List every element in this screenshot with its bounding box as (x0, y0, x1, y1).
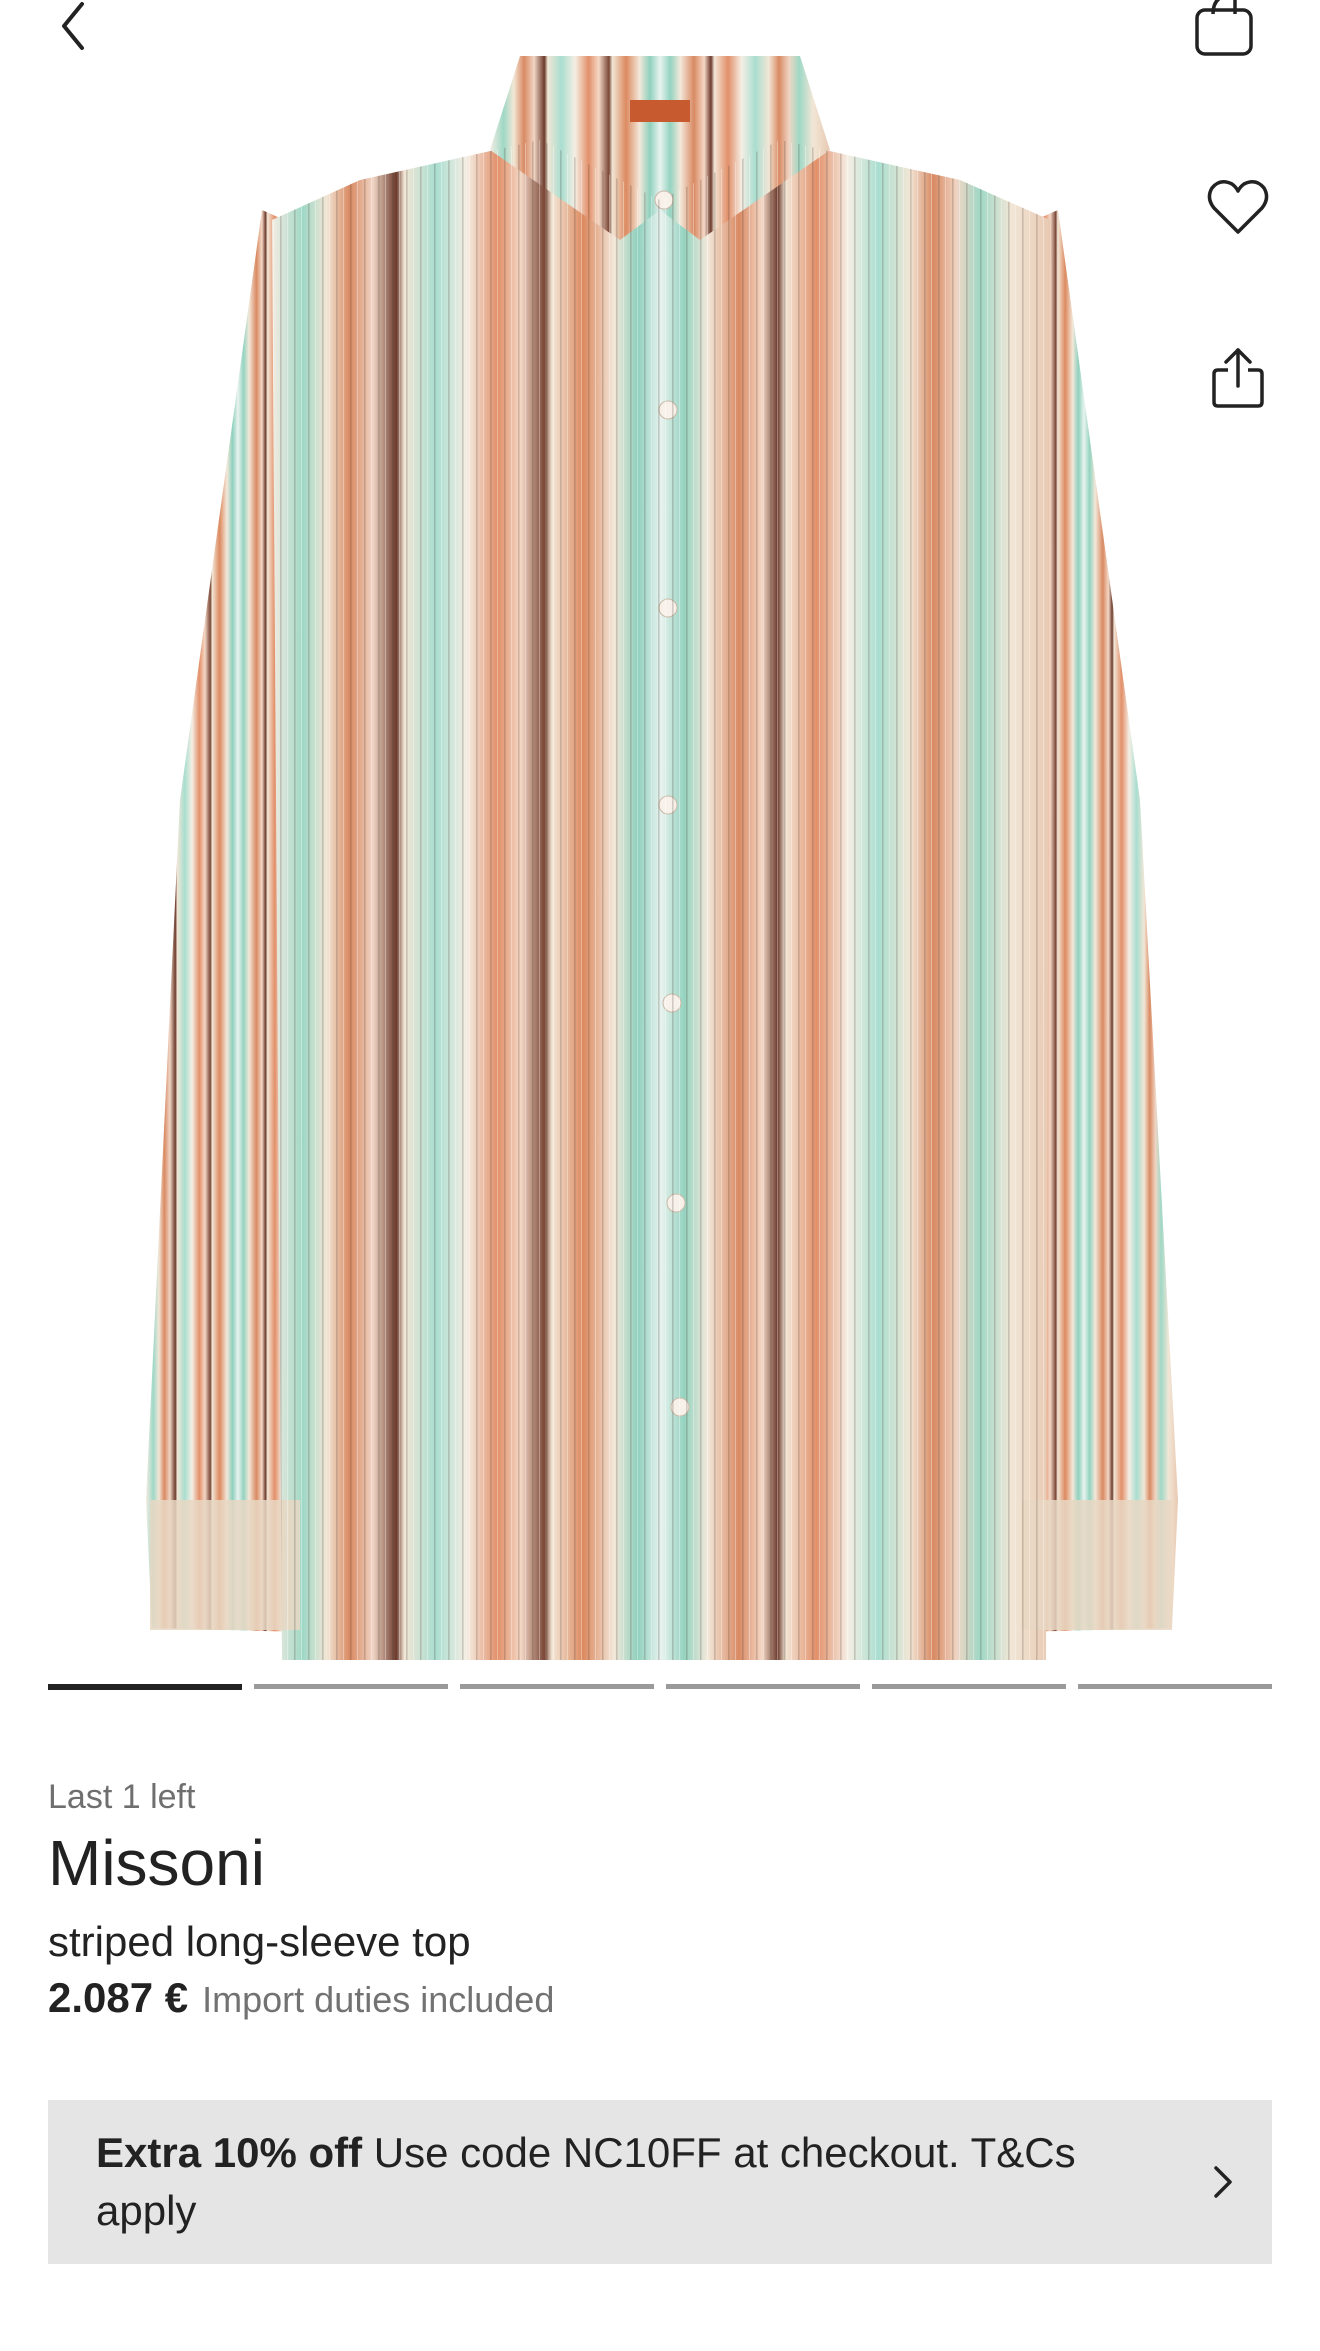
gallery-dot[interactable] (872, 1684, 1066, 1689)
gallery-pagination (48, 1684, 1272, 1690)
chevron-right-icon (1214, 2166, 1232, 2198)
price: 2.087 € (48, 1974, 189, 2021)
promo-text: Extra 10% off Use code NC10FF at checkou… (96, 2124, 1156, 2240)
gallery-dot[interactable] (460, 1684, 654, 1689)
share-icon (1212, 348, 1264, 408)
chevron-left-icon (62, 2, 84, 50)
promo-banner[interactable]: Extra 10% off Use code NC10FF at checkou… (48, 2100, 1272, 2264)
product-name: striped long-sleeve top (48, 1918, 471, 1965)
stock-status: Last 1 left (48, 1778, 196, 1816)
brand-name[interactable]: Missoni (48, 1826, 265, 1900)
product-image (146, 56, 1178, 1660)
price-row: 2.087 € Import duties included (48, 1974, 554, 2022)
gallery-dot[interactable] (666, 1684, 860, 1689)
gallery-dot-active[interactable] (48, 1684, 242, 1690)
product-image-gallery[interactable] (0, 0, 1320, 1680)
gallery-dot[interactable] (254, 1684, 448, 1689)
promo-highlight: Extra 10% off (96, 2129, 363, 2176)
shopping-bag-button[interactable] (1186, 0, 1262, 60)
shopping-bag-icon (1195, 0, 1253, 56)
back-button[interactable] (40, 0, 104, 52)
gallery-dot[interactable] (1078, 1684, 1272, 1689)
heart-icon (1207, 180, 1269, 234)
share-button[interactable] (1200, 340, 1276, 416)
favorite-button[interactable] (1200, 170, 1276, 246)
duties-note: Import duties included (202, 1979, 555, 2020)
